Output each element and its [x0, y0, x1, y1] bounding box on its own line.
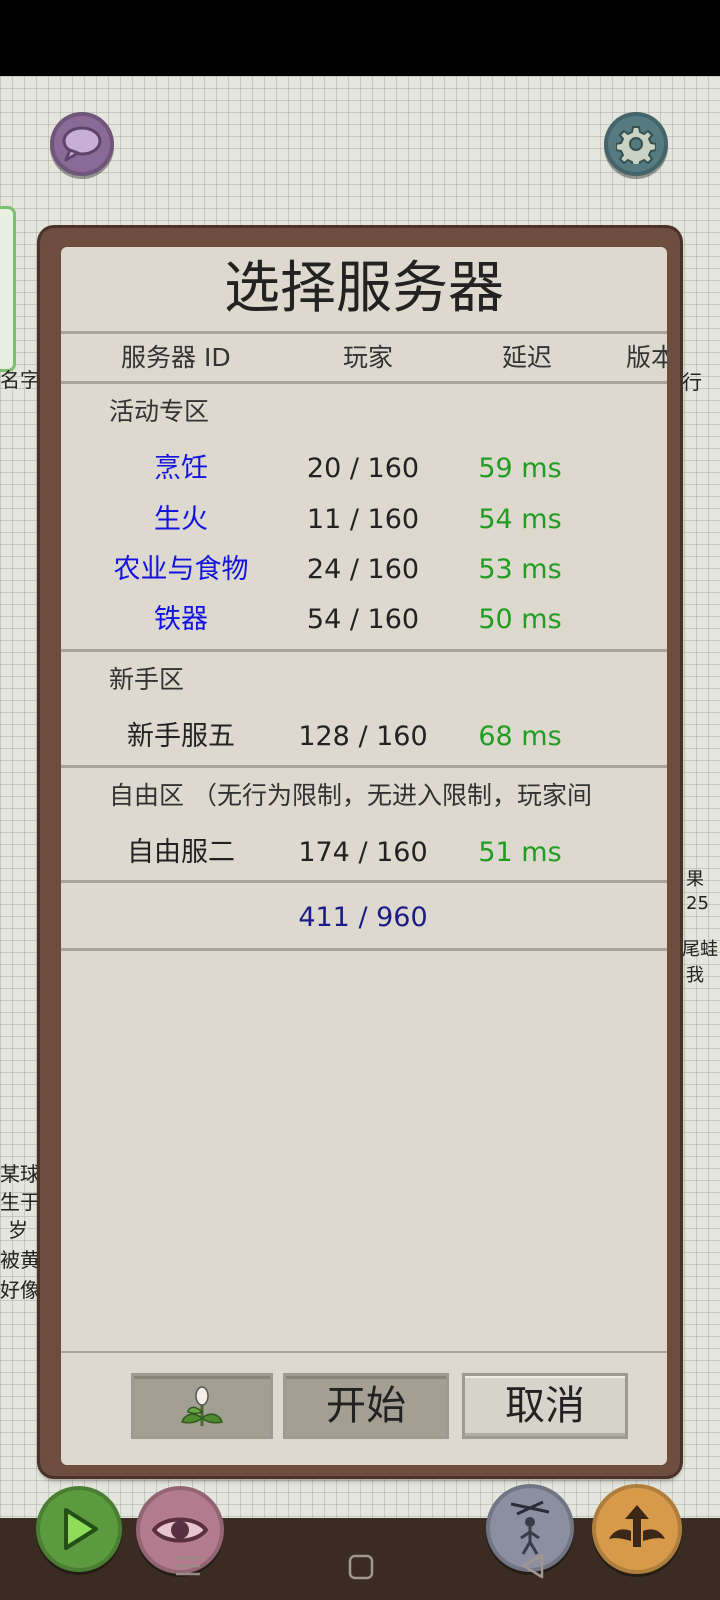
divider: [61, 948, 667, 951]
section-title-event: 活动专区: [109, 397, 210, 426]
bg-left-text: 好像: [0, 1278, 40, 1302]
server-ping: 50 ms: [478, 604, 562, 635]
server-players: 174 / 160: [298, 837, 428, 868]
divider: [61, 765, 667, 768]
total-players: 411 / 960: [298, 902, 428, 933]
server-name: 自由服二: [127, 837, 235, 868]
bg-name-text: 名字: [0, 368, 40, 392]
eye-icon: [151, 1517, 209, 1543]
cancel-button[interactable]: 取消: [462, 1373, 628, 1439]
settings-gear-icon: [616, 126, 656, 164]
nav-back-icon[interactable]: [520, 1552, 546, 1580]
server-name: 烹饪: [154, 453, 208, 484]
server-ping: 53 ms: [478, 554, 562, 585]
divider: [61, 880, 667, 883]
server-row[interactable]: 铁器 54 / 160 50 ms: [61, 595, 667, 645]
server-name: 铁器: [154, 604, 208, 635]
server-name: 生火: [154, 504, 208, 535]
column-header-players: 玩家: [343, 343, 394, 372]
dialog-title: 选择服务器: [224, 256, 504, 321]
bg-right-text: 25: [686, 893, 709, 914]
wings-upgrade-icon: [609, 1505, 665, 1547]
nav-home-icon[interactable]: [348, 1554, 374, 1580]
section-title-newbie: 新手区: [109, 665, 185, 694]
server-name: 农业与食物: [113, 554, 249, 585]
chat-button[interactable]: [50, 112, 114, 176]
divider: [61, 331, 667, 334]
start-button[interactable]: 开始: [283, 1373, 449, 1439]
server-ping: 68 ms: [478, 721, 562, 752]
divider: [61, 649, 667, 652]
server-players: 128 / 160: [298, 721, 428, 752]
server-row[interactable]: 农业与食物 24 / 160 53 ms: [61, 545, 667, 595]
play-button[interactable]: [36, 1486, 122, 1572]
footer-divider: [61, 1351, 667, 1353]
server-name: 新手服五: [127, 721, 235, 752]
server-ping: 51 ms: [478, 837, 562, 868]
server-row[interactable]: 新手服五 128 / 160 68 ms: [61, 712, 667, 762]
play-icon: [64, 1508, 98, 1550]
server-ping: 59 ms: [478, 453, 562, 484]
settings-button[interactable]: [604, 112, 668, 176]
server-row[interactable]: 生火 11 / 160 54 ms: [61, 495, 667, 545]
upgrade-button[interactable]: [592, 1484, 682, 1574]
server-row[interactable]: 烹饪 20 / 160 59 ms: [61, 444, 667, 494]
divider: [61, 381, 667, 384]
puppet-icon: [510, 1500, 550, 1555]
chat-icon: [62, 126, 102, 162]
nav-menu-icon[interactable]: [174, 1554, 202, 1578]
section-title-free: 自由区 （无行为限制，无进入限制，玩家间: [109, 781, 592, 810]
server-players: 54 / 160: [306, 604, 420, 635]
bg-left-text: 某球: [0, 1162, 40, 1186]
column-header-ping: 延迟: [502, 343, 553, 372]
bg-left-text: 岁: [8, 1218, 28, 1242]
server-select-dialog: 选择服务器 服务器 ID 玩家 延迟 版本 活动专区 烹饪 20 / 160 5…: [61, 247, 667, 1465]
column-header-version: 版本: [626, 343, 667, 372]
server-ping: 54 ms: [478, 504, 562, 535]
server-players: 24 / 160: [306, 554, 420, 585]
sprout-icon: [181, 1386, 223, 1426]
server-row[interactable]: 自由服二 174 / 160 51 ms: [61, 828, 667, 878]
server-players: 11 / 160: [306, 504, 420, 535]
column-header-server-id: 服务器 ID: [121, 343, 231, 372]
server-players: 20 / 160: [306, 453, 420, 484]
bg-right-text: 尾蛙: [682, 939, 718, 960]
bg-right-text: 我: [686, 965, 704, 986]
bg-right-text: 行: [682, 370, 702, 394]
sprout-button[interactable]: [131, 1373, 273, 1439]
side-tab[interactable]: [0, 206, 16, 372]
bg-left-text: 生于: [0, 1190, 40, 1214]
